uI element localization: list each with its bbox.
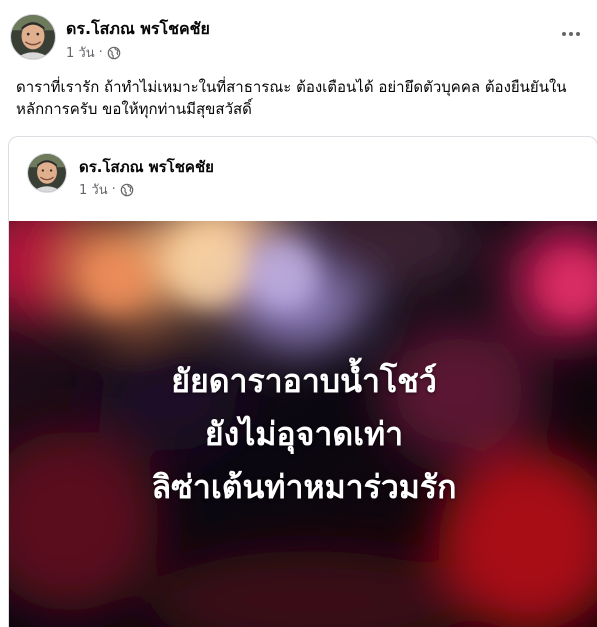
shared-meta-separator: · [111,182,116,197]
author-avatar[interactable] [10,14,56,60]
more-horizontal-icon [562,32,566,36]
post-header: ดร.โสภณ พรโชคชัย 1 วัน · [8,8,589,64]
shared-author-avatar[interactable] [27,153,67,193]
post-meta: 1 วัน · [66,42,121,63]
author-name[interactable]: ดร.โสภณ พรโชคชัย [66,17,210,42]
post-time[interactable]: 1 วัน [66,42,95,63]
shared-author-name[interactable]: ดร.โสภณ พรโชคชัย [79,155,214,179]
globe-icon[interactable] [107,46,121,60]
more-options-button[interactable] [557,24,585,44]
shared-post-meta: 1 วัน · [79,179,134,200]
globe-icon[interactable] [120,183,134,197]
image-headline: ยัยดาราอาบน้ำโชว์ ยังไม่อุจาดเท่า ลิซ่าเ… [9,355,597,514]
shared-post-card[interactable]: ดร.โสภณ พรโชคชัย 1 วัน · ยัยดาราอาบน้ำโช… [8,136,597,627]
post-text: ดาราที่เรารัก ถ้าทำไม่เหมาะในที่สาธารณะ … [16,78,567,118]
meta-separator: · [98,45,103,60]
shared-post-image[interactable]: ยัยดาราอาบน้ำโชว์ ยังไม่อุจาดเท่า ลิซ่าเ… [9,221,597,627]
headline-line: ยัยดาราอาบน้ำโชว์ [171,363,437,399]
headline-line: ยังไม่อุจาดเท่า [204,416,404,452]
shared-post-header: ดร.โสภณ พรโชคชัย 1 วัน · [9,137,597,221]
shared-post-time[interactable]: 1 วัน [79,179,108,200]
headline-line: ลิซ่าเต้นท่าหมาร่วมรัก [151,469,457,505]
